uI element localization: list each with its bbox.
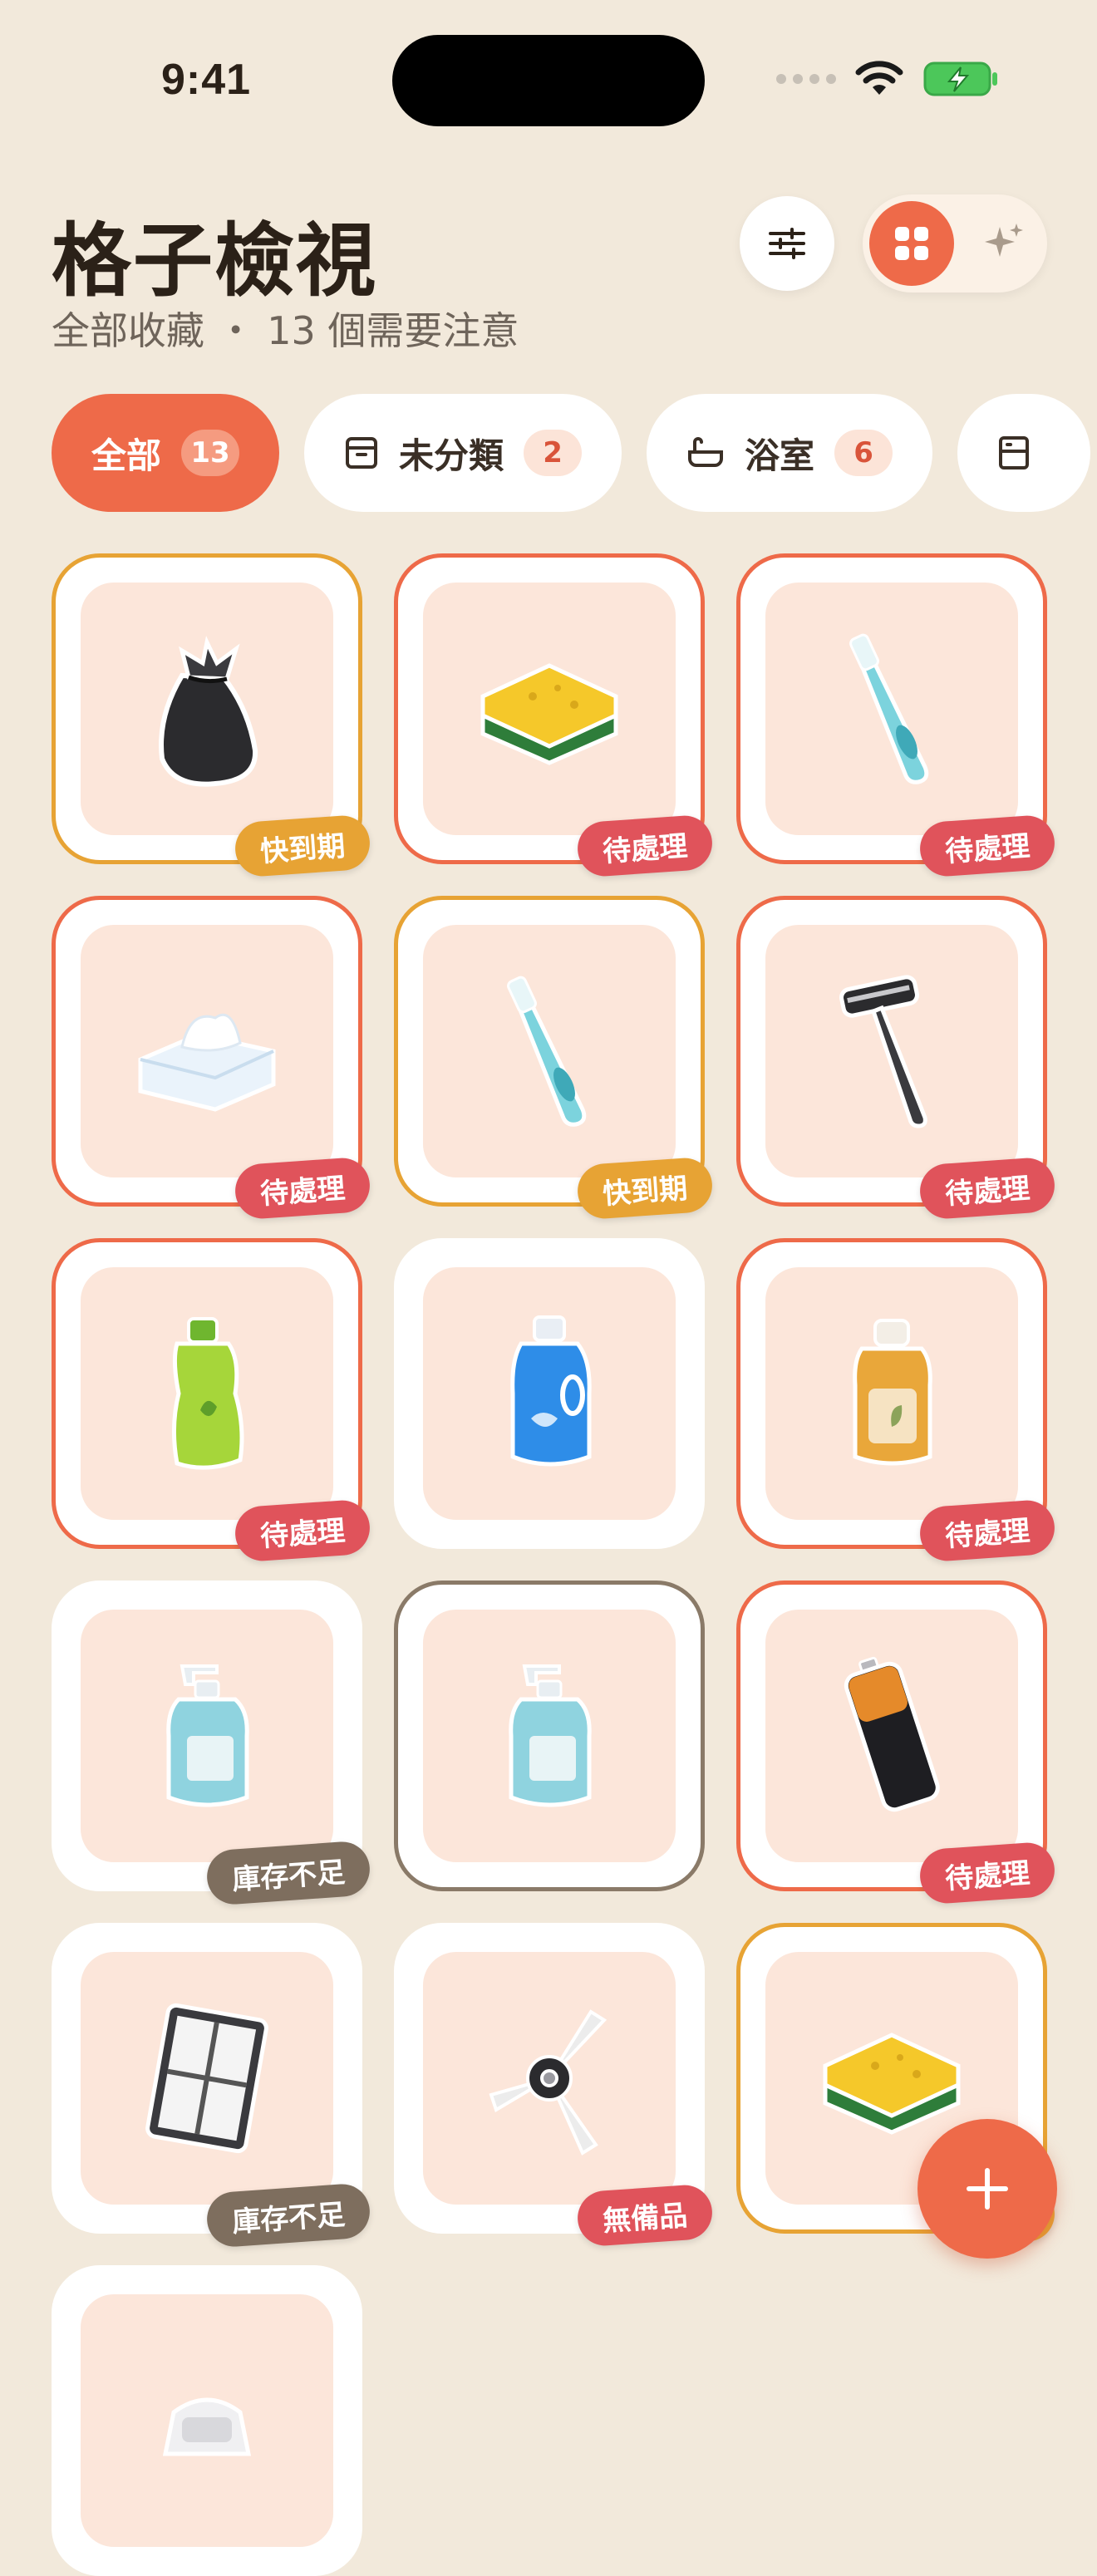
status-badge: 庫存不足 (204, 2182, 372, 2249)
status-badge: 待處理 (917, 1498, 1057, 1563)
side-brush-icon (489, 2009, 608, 2156)
status-icons (776, 58, 999, 100)
sparkles-icon (985, 224, 1023, 257)
status-badge: 待處理 (917, 814, 1057, 878)
item-card[interactable]: 待處理 (736, 1238, 1057, 1563)
status-badge: 待處理 (233, 1498, 372, 1563)
status-badge: 快到期 (233, 814, 372, 878)
toothbrush-icon (849, 633, 929, 784)
item-card[interactable] (52, 2265, 362, 2576)
item-image (423, 925, 676, 1177)
category-chips: 全部 13 未分類 2 浴室 6 (52, 394, 1091, 512)
grid-view-button[interactable] (869, 201, 954, 286)
pump-bottle-icon (166, 1664, 249, 1807)
status-badge: 快到期 (575, 1156, 715, 1221)
item-image (423, 1610, 676, 1862)
chip-label: 全部 (91, 435, 162, 476)
item-image (81, 1610, 333, 1862)
item-image (81, 1267, 333, 1520)
item-card[interactable]: 快到期 (394, 896, 715, 1221)
item-image (423, 1267, 676, 1520)
chip-all[interactable]: 全部 13 (52, 394, 280, 512)
item-card[interactable]: 快到期 (52, 553, 372, 878)
item-image (423, 1952, 676, 2205)
item-image (765, 1610, 1018, 1862)
page-title: 格子檢視 (52, 214, 377, 307)
hepa-filter-icon (145, 2003, 268, 2154)
item-image (81, 2294, 333, 2547)
item-card[interactable]: 待處理 (736, 896, 1057, 1221)
sliders-icon (769, 228, 805, 259)
item-image (765, 583, 1018, 835)
status-badge: 待處理 (233, 1156, 372, 1221)
item-card[interactable] (394, 1581, 705, 1891)
status-time: 9:41 (161, 56, 252, 104)
item-image (81, 1952, 333, 2205)
chip-count: 2 (524, 430, 583, 476)
chip-uncategorized[interactable]: 未分類 2 (304, 394, 622, 512)
item-card[interactable]: 待處理 (52, 1238, 372, 1563)
item-image (81, 583, 333, 835)
detergent-bottle-icon (510, 1315, 592, 1467)
status-badge: 待處理 (917, 1841, 1057, 1905)
item-card[interactable] (394, 1238, 705, 1549)
plus-icon (967, 2168, 1008, 2210)
chip-cabinet[interactable] (957, 394, 1091, 512)
battery-charging-icon (923, 61, 997, 96)
item-card[interactable]: 待處理 (736, 1581, 1057, 1905)
archive-box-icon (346, 437, 378, 469)
chip-label: 浴室 (745, 435, 815, 476)
cabinet-icon (999, 436, 1030, 469)
view-toggle (863, 194, 1047, 293)
chip-count: 13 (181, 430, 240, 476)
ai-view-button[interactable] (971, 209, 1037, 276)
dynamic-island (392, 35, 705, 126)
chip-label: 未分類 (399, 435, 504, 476)
item-image (81, 925, 333, 1177)
item-card[interactable]: 無備品 (394, 1923, 715, 2248)
toothbrush-icon (507, 976, 587, 1127)
oil-bottle-icon (853, 1319, 932, 1466)
bathtub-icon (688, 437, 724, 467)
dish-soap-icon (171, 1317, 244, 1470)
razor-icon (839, 975, 927, 1128)
status-badge: 無備品 (575, 2183, 715, 2248)
item-card[interactable]: 待處理 (736, 553, 1057, 878)
status-badge: 庫存不足 (204, 1840, 372, 1906)
status-badge: 待處理 (575, 814, 715, 878)
chip-count: 6 (834, 430, 893, 476)
wifi-icon (855, 61, 903, 95)
sponge-icon (480, 663, 618, 765)
status-badge: 待處理 (917, 1156, 1057, 1221)
add-item-button[interactable] (917, 2119, 1057, 2259)
item-image (765, 925, 1018, 1177)
item-card[interactable]: 待處理 (52, 896, 372, 1221)
item-card[interactable]: 待處理 (394, 553, 715, 878)
grid-icon (895, 227, 928, 260)
battery-icon (844, 1656, 940, 1812)
water-filter-icon (162, 2397, 252, 2456)
signal-icon (776, 74, 836, 84)
chip-bathroom[interactable]: 浴室 6 (647, 394, 933, 512)
item-card[interactable]: 庫存不足 (52, 1581, 372, 1906)
filter-button[interactable] (740, 196, 834, 291)
item-card[interactable]: 庫存不足 (52, 1923, 372, 2249)
item-image (765, 1267, 1018, 1520)
tissue-box-icon (138, 1013, 276, 1112)
trash-bag-icon (159, 636, 258, 787)
item-image (423, 583, 676, 835)
pump-bottle-icon (509, 1664, 592, 1807)
page-subtitle: 全部收藏 ・ 13 個需要注意 (52, 308, 519, 353)
